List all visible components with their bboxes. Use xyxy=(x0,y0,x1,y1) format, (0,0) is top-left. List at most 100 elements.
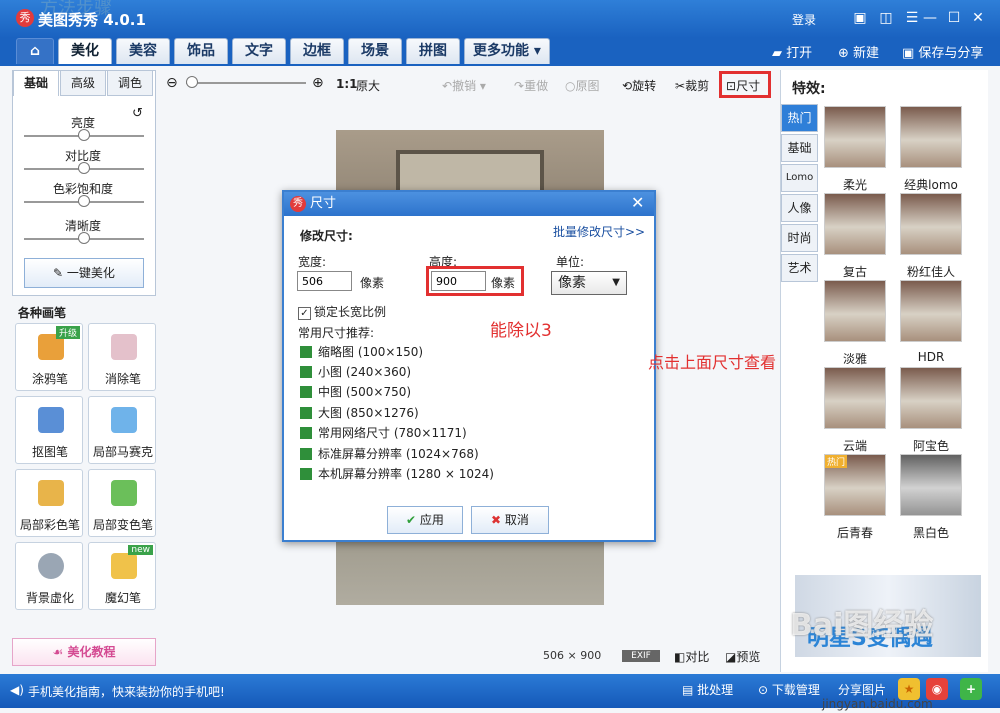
effect-thumb[interactable] xyxy=(824,367,886,429)
save-icon: ▣ xyxy=(902,46,919,61)
effect-thumb[interactable] xyxy=(900,193,962,255)
compare-button[interactable]: ◧对比 xyxy=(674,648,709,665)
slider-knob[interactable] xyxy=(78,232,90,244)
slider-knob[interactable] xyxy=(78,162,90,174)
scissors-icon: ✂ xyxy=(675,79,686,93)
resize-button[interactable]: ⊡尺寸 xyxy=(726,77,760,94)
tool-mosaic[interactable]: 局部马赛克 xyxy=(88,396,156,464)
download-manager-button[interactable]: ⊙ 下载管理 xyxy=(758,681,820,698)
effect-label: 云端 xyxy=(842,439,867,453)
effect-label: HDR xyxy=(917,350,945,364)
effects-cat-lomo[interactable]: Lomo xyxy=(781,164,818,192)
beautify-tutorial-button[interactable]: ☙ 美化教程 xyxy=(12,638,156,666)
effect-thumb[interactable] xyxy=(824,193,886,255)
tool-doodle-pen[interactable]: 涂鸦笔 升级 xyxy=(15,323,83,391)
effect-thumb[interactable] xyxy=(900,454,962,516)
zoom-out-icon[interactable]: ⊖ xyxy=(166,75,178,91)
effects-cat-portrait[interactable]: 人像 xyxy=(781,194,818,222)
tab-accessories[interactable]: 饰品 xyxy=(174,38,228,64)
preview-button[interactable]: ◪预览 xyxy=(725,648,760,665)
width-unit: 像素 xyxy=(360,276,385,290)
apply-button[interactable]: ✔ 应用 xyxy=(387,506,463,534)
presets-title: 常用尺寸推荐: xyxy=(298,326,375,340)
maximize-icon[interactable]: ☐ xyxy=(944,9,964,27)
rotate-button[interactable]: ⟲旋转 xyxy=(622,77,656,94)
preset-item[interactable]: 常用网络尺寸 (780×1171) xyxy=(300,424,467,441)
zoom-in-icon[interactable]: ⊕ xyxy=(312,75,324,91)
tool-eraser-pen[interactable]: 消除笔 xyxy=(88,323,156,391)
slider-knob[interactable] xyxy=(78,129,90,141)
tab-more[interactable]: 更多功能 ▾ xyxy=(464,38,550,64)
wand-icon: ✎ xyxy=(53,266,67,280)
minimize-icon[interactable]: — xyxy=(920,9,940,27)
lock-ratio-checkbox[interactable]: ✓ 锁定长宽比例 xyxy=(298,303,386,320)
plus-icon: ⊕ xyxy=(838,46,854,61)
reset-icon[interactable]: ↺ xyxy=(132,106,143,121)
check-circle-icon: ✔ xyxy=(406,513,420,527)
slider-knob[interactable] xyxy=(78,195,90,207)
zoom-slider-knob[interactable] xyxy=(186,76,198,88)
new-button[interactable]: ⊕ 新建 xyxy=(838,42,879,61)
effects-cat-hot[interactable]: 热门 xyxy=(781,104,818,132)
effects-cat-basic[interactable]: 基础 xyxy=(781,134,818,162)
preset-item[interactable]: 大图 (850×1276) xyxy=(300,404,419,421)
zoom-slider[interactable] xyxy=(186,82,306,84)
exif-button[interactable]: EXIF xyxy=(622,650,660,662)
status-text[interactable]: 手机美化指南，快来装扮你的手机吧! xyxy=(28,683,225,700)
tool-recolor-pen[interactable]: 局部变色笔 xyxy=(88,469,156,537)
tab-color[interactable]: 调色 xyxy=(107,70,153,96)
redo-button[interactable]: ↷重做 xyxy=(514,77,548,94)
undo-button[interactable]: ↶撤销 ▾ xyxy=(442,77,486,94)
tool-magic-pen[interactable]: 魔幻笔 new xyxy=(88,542,156,610)
effect-thumb[interactable]: 热门 xyxy=(824,454,886,516)
tab-beautify[interactable]: 美化 xyxy=(58,38,112,64)
tab-collage[interactable]: 拼图 xyxy=(406,38,460,64)
share-image-button[interactable]: 分享图片 xyxy=(838,681,886,698)
width-input[interactable] xyxy=(297,271,352,291)
hand-icon: ☙ xyxy=(52,645,68,659)
effect-thumb[interactable] xyxy=(824,280,886,342)
tab-beauty[interactable]: 美容 xyxy=(116,38,170,64)
tab-basic[interactable]: 基础 xyxy=(13,70,59,96)
skin-icon[interactable]: ◫ xyxy=(876,9,896,27)
batch-button[interactable]: ▤ 批处理 xyxy=(682,681,733,698)
dialog-close-icon[interactable]: ✕ xyxy=(631,193,644,212)
tab-advanced[interactable]: 高级 xyxy=(60,70,106,96)
height-unit: 像素 xyxy=(491,276,516,290)
tool-background-blur[interactable]: 背景虚化 xyxy=(15,542,83,610)
effect-thumb[interactable] xyxy=(900,367,962,429)
effect-thumb[interactable] xyxy=(900,106,962,168)
tab-home[interactable]: ⌂ xyxy=(16,38,54,64)
height-input[interactable] xyxy=(431,271,486,291)
effects-cat-art[interactable]: 艺术 xyxy=(781,254,818,282)
tab-text[interactable]: 文字 xyxy=(232,38,286,64)
original-button[interactable]: ○原图 xyxy=(565,77,600,94)
image-icon xyxy=(300,346,312,358)
preset-item[interactable]: 小图 (240×360) xyxy=(300,363,411,380)
tool-cutout-pen[interactable]: 抠图笔 xyxy=(15,396,83,464)
preset-item[interactable]: 缩略图 (100×150) xyxy=(300,343,423,360)
effect-thumb[interactable] xyxy=(824,106,886,168)
batch-resize-link[interactable]: 批量修改尺寸>> xyxy=(553,223,645,240)
original-size-button[interactable]: 原大 xyxy=(356,77,380,94)
preset-item[interactable]: 本机屏幕分辨率 (1280 × 1024) xyxy=(300,465,494,482)
save-share-button[interactable]: ▣ 保存与分享 xyxy=(902,42,983,61)
close-icon[interactable]: ✕ xyxy=(968,9,988,27)
open-button[interactable]: ▰ 打开 xyxy=(772,42,812,61)
unit-select[interactable]: 像素 ▼ xyxy=(551,271,627,295)
tab-border[interactable]: 边框 xyxy=(290,38,344,64)
effects-cat-fashion[interactable]: 时尚 xyxy=(781,224,818,252)
add-icon[interactable]: + xyxy=(960,678,982,700)
login-link[interactable]: 登录 xyxy=(792,11,816,28)
tab-scene[interactable]: 场景 xyxy=(348,38,402,64)
one-key-beautify-button[interactable]: ✎ 一键美化 xyxy=(24,258,144,288)
unit-label: 单位: xyxy=(556,255,585,269)
cancel-button[interactable]: ✖ 取消 xyxy=(471,506,549,534)
effect-thumb[interactable] xyxy=(900,280,962,342)
preset-item[interactable]: 中图 (500×750) xyxy=(300,383,411,400)
tool-color-pen[interactable]: 局部彩色笔 xyxy=(15,469,83,537)
menu-icon[interactable]: ☰ xyxy=(902,9,922,27)
message-icon[interactable]: ▣ xyxy=(850,9,870,27)
crop-button[interactable]: ✂裁剪 xyxy=(675,77,709,94)
preset-item[interactable]: 标准屏幕分辨率 (1024×768) xyxy=(300,445,479,462)
